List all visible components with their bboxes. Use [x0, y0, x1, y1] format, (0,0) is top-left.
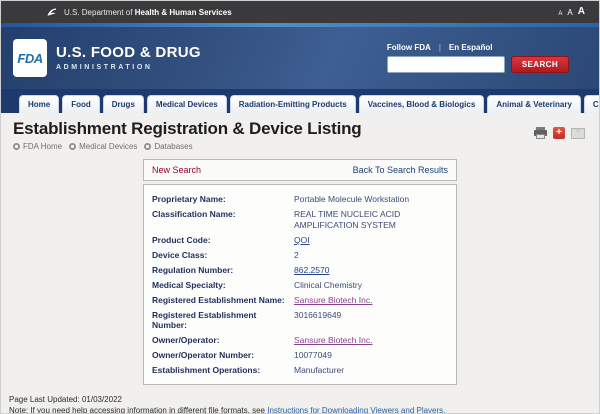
- breadcrumb-medical-devices[interactable]: Medical Devices: [69, 142, 137, 151]
- hhs-eagle-icon: [45, 6, 58, 19]
- site-header: FDA U.S. FOOD & DRUG ADMINISTRATION Foll…: [1, 27, 599, 89]
- row-label: Registered Establishment Number:: [152, 310, 294, 331]
- row-label: Classification Name:: [152, 209, 294, 220]
- font-size-small-button[interactable]: A: [558, 11, 562, 17]
- page-footer-info: Page Last Updated: 01/03/2022 Note: If y…: [1, 385, 599, 414]
- row-value: 2: [294, 250, 299, 261]
- font-size-large-button[interactable]: A: [578, 7, 585, 17]
- page-action-icons: +: [534, 127, 585, 139]
- breadcrumb-databases[interactable]: Databases: [144, 142, 192, 151]
- header-link-separator: |: [439, 43, 441, 52]
- row-value: Portable Molecule Workstation: [294, 194, 409, 205]
- product-code-link[interactable]: QOI: [294, 235, 310, 245]
- viewers-players-link[interactable]: Instructions for Downloading Viewers and…: [267, 406, 445, 414]
- row-label: Registered Establishment Name:: [152, 295, 294, 306]
- font-size-medium-button[interactable]: A: [567, 9, 572, 17]
- breadcrumb-bullet-icon: [144, 143, 151, 150]
- table-row: Device Class: 2: [152, 248, 448, 263]
- nav-tab-cosmetics[interactable]: Cosmetics: [584, 95, 600, 113]
- follow-fda-link[interactable]: Follow FDA: [387, 43, 431, 52]
- fda-logo-text: FDA: [17, 51, 42, 66]
- breadcrumb-bullet-icon: [69, 143, 76, 150]
- nav-tab-radiation-emitting-products[interactable]: Radiation-Emitting Products: [230, 95, 356, 113]
- table-row: Product Code: QOI: [152, 233, 448, 248]
- fda-brand[interactable]: FDA U.S. FOOD & DRUG ADMINISTRATION: [13, 39, 201, 77]
- row-label: Regulation Number:: [152, 265, 294, 276]
- fda-page: U.S. Department of Health & Human Servic…: [0, 0, 600, 414]
- hhs-top-bar: U.S. Department of Health & Human Servic…: [1, 1, 599, 23]
- main-nav: Home Food Drugs Medical Devices Radiatio…: [1, 89, 599, 113]
- nav-tab-animal-veterinary[interactable]: Animal & Veterinary: [487, 95, 581, 113]
- table-row: Classification Name: REAL TIME NUCLEIC A…: [152, 207, 448, 233]
- row-label: Owner/Operator:: [152, 335, 294, 346]
- results-toolbar: New Search Back To Search Results: [143, 159, 457, 181]
- fda-logo: FDA: [13, 39, 47, 77]
- row-label: Proprietary Name:: [152, 194, 294, 205]
- font-size-controls: A A A: [558, 7, 585, 17]
- breadcrumb-bullet-icon: [13, 143, 20, 150]
- table-row: Owner/Operator: Sansure Biotech Inc.: [152, 333, 448, 348]
- brand-title: U.S. FOOD & DRUG: [56, 45, 201, 62]
- table-row: Proprietary Name: Portable Molecule Work…: [152, 192, 448, 207]
- row-label: Device Class:: [152, 250, 294, 261]
- nav-tab-medical-devices[interactable]: Medical Devices: [147, 95, 227, 113]
- breadcrumb-fda-home[interactable]: FDA Home: [13, 142, 62, 151]
- hhs-department-label: U.S. Department of Health & Human Servic…: [64, 8, 232, 17]
- results-panel: New Search Back To Search Results Propri…: [143, 159, 457, 385]
- regulation-number-link[interactable]: 862.2570: [294, 265, 329, 275]
- row-label: Establishment Operations:: [152, 365, 294, 376]
- nav-tab-drugs[interactable]: Drugs: [103, 95, 144, 113]
- table-row: Establishment Operations: Manufacturer: [152, 363, 448, 378]
- registered-establishment-name-link[interactable]: Sansure Biotech Inc.: [294, 295, 372, 305]
- table-row: Regulation Number: 862.2570: [152, 263, 448, 278]
- print-icon[interactable]: [534, 127, 547, 139]
- en-espanol-link[interactable]: En Español: [449, 43, 493, 52]
- last-updated-text: Page Last Updated: 01/03/2022: [9, 395, 591, 406]
- row-value: Clinical Chemistry: [294, 280, 362, 291]
- content-area: Establishment Registration & Device List…: [1, 113, 599, 414]
- owner-operator-link[interactable]: Sansure Biotech Inc.: [294, 335, 372, 345]
- breadcrumb: FDA Home Medical Devices Databases: [13, 142, 361, 151]
- search-input[interactable]: [387, 56, 505, 73]
- note-line: Note: If you need help accessing informa…: [9, 406, 591, 414]
- row-value: REAL TIME NUCLEIC ACID AMPLIFICATION SYS…: [294, 209, 448, 230]
- nav-tab-vaccines-blood-biologics[interactable]: Vaccines, Blood & Biologics: [359, 95, 485, 113]
- row-value: 10077049: [294, 350, 332, 361]
- share-icon[interactable]: +: [553, 127, 565, 139]
- search-button[interactable]: SEARCH: [511, 56, 569, 73]
- row-label: Medical Specialty:: [152, 280, 294, 291]
- row-label: Product Code:: [152, 235, 294, 246]
- nav-tab-food[interactable]: Food: [62, 95, 100, 113]
- table-row: Registered Establishment Name: Sansure B…: [152, 293, 448, 308]
- brand-subtitle: ADMINISTRATION: [56, 64, 201, 71]
- row-value: 3016619649: [294, 310, 341, 321]
- back-to-search-results-link[interactable]: Back To Search Results: [353, 165, 448, 175]
- row-label: Owner/Operator Number:: [152, 350, 294, 361]
- device-detail-table: Proprietary Name: Portable Molecule Work…: [143, 184, 457, 385]
- nav-tab-home[interactable]: Home: [19, 95, 59, 113]
- table-row: Owner/Operator Number: 10077049: [152, 348, 448, 363]
- table-row: Registered Establishment Number: 3016619…: [152, 308, 448, 334]
- page-title: Establishment Registration & Device List…: [13, 119, 361, 139]
- row-value: Manufacturer: [294, 365, 344, 376]
- email-icon[interactable]: [571, 128, 585, 139]
- new-search-link[interactable]: New Search: [152, 165, 201, 175]
- table-row: Medical Specialty: Clinical Chemistry: [152, 278, 448, 293]
